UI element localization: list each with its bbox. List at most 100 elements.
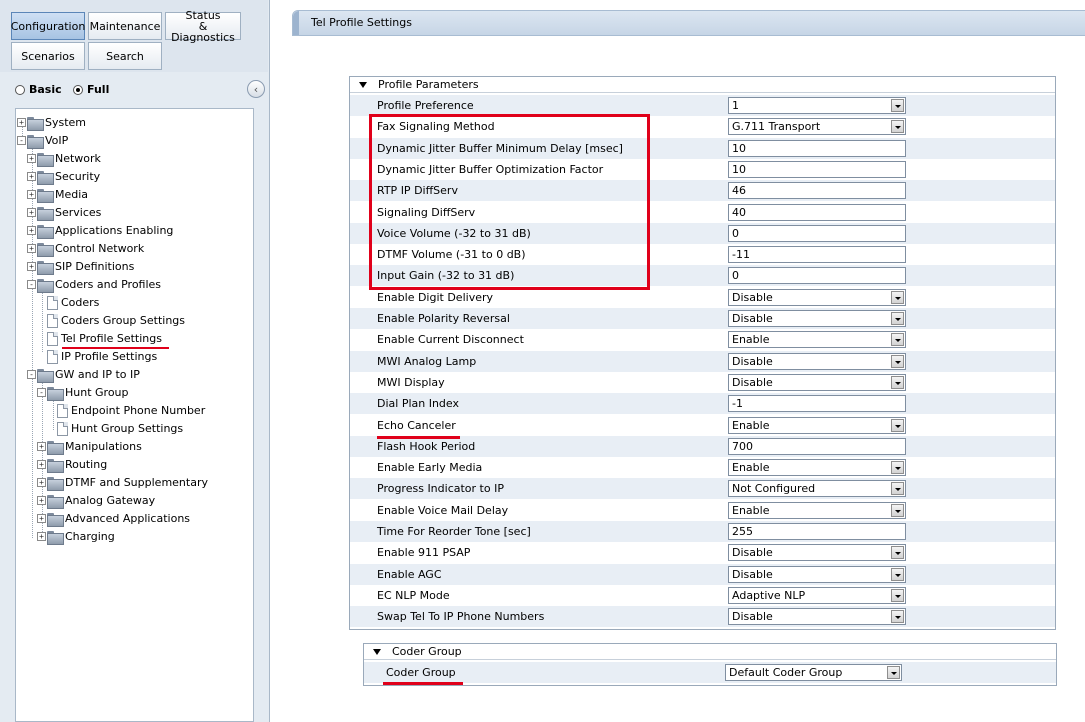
plus-box-icon[interactable]: + [37, 478, 46, 487]
tree-item-manipulations[interactable]: + Manipulations [37, 438, 142, 455]
full-radio[interactable]: Full [73, 83, 109, 96]
echo-canceler-select[interactable]: Enable [728, 416, 906, 434]
tree-item-coders[interactable]: Coders [47, 294, 99, 311]
chevron-down-icon[interactable] [891, 333, 904, 347]
plus-box-icon[interactable]: + [27, 154, 36, 163]
plus-box-icon[interactable]: + [27, 208, 36, 217]
tree-item-coders-and-profiles[interactable]: - Coders and Profiles [27, 276, 161, 293]
enable-voice-mail-delay-select[interactable]: Enable [728, 501, 906, 519]
enable-polarity-reversal-select[interactable]: Disable [728, 310, 906, 327]
chevron-down-icon[interactable] [887, 666, 900, 679]
configuration-tab[interactable]: Configuration [11, 12, 85, 40]
tree-item-applications-enabling[interactable]: + Applications Enabling [27, 222, 173, 239]
dial-plan-index-input[interactable]: -1 [728, 395, 906, 413]
chevron-down-icon[interactable] [891, 503, 904, 517]
tree-item-coders-group-settings[interactable]: Coders Group Settings [47, 312, 185, 329]
tree-item-voip[interactable]: - VoIP [17, 132, 68, 149]
chevron-down-icon[interactable] [891, 567, 904, 581]
plus-box-icon[interactable]: + [17, 118, 26, 127]
enable-digit-delivery-select[interactable]: Disable [728, 288, 906, 306]
collapse-left-icon[interactable]: ‹ [247, 80, 265, 98]
ec-nlp-mode-select[interactable]: Adaptive NLP [728, 586, 906, 604]
plus-box-icon[interactable]: + [27, 172, 36, 181]
scenarios-tab[interactable]: Scenarios [11, 42, 85, 70]
tree-item-dtmf-and-supplementary[interactable]: + DTMF and Supplementary [37, 474, 208, 491]
swap-tel-to-ip-phone-numbers-select[interactable]: Disable [728, 608, 906, 626]
chevron-down-icon[interactable] [891, 610, 904, 624]
chevron-down-icon[interactable] [891, 290, 904, 304]
chevron-down-icon[interactable] [891, 99, 904, 112]
tree-item-control-network[interactable]: + Control Network [27, 240, 144, 257]
tree-item-network[interactable]: + Network [27, 150, 101, 167]
tree-item-routing[interactable]: + Routing [37, 456, 107, 473]
tree-item-ip-profile-settings[interactable]: IP Profile Settings [47, 348, 157, 365]
tree-item-hunt-group[interactable]: - Hunt Group [37, 384, 129, 401]
tree-item-endpoint-phone-number[interactable]: Endpoint Phone Number [57, 402, 205, 419]
tree-item-tel-profile-settings[interactable]: Tel Profile Settings [47, 330, 162, 347]
tree-item-media[interactable]: + Media [27, 186, 88, 203]
tree-item-gw-and-ip-to-ip[interactable]: - GW and IP to IP [27, 366, 140, 383]
tree-item-system[interactable]: + System [17, 114, 86, 131]
minus-box-icon[interactable]: - [27, 370, 36, 379]
plus-box-icon[interactable]: + [37, 496, 46, 505]
mwi-display-select[interactable]: Disable [728, 373, 906, 391]
maintenance-tab[interactable]: Maintenance [88, 12, 162, 40]
chevron-down-icon[interactable] [891, 482, 904, 496]
dynamic-jitter-buffer-minimum-delay-msec-input[interactable]: 10 [728, 139, 906, 157]
voice-volume-32-to-31-db-input[interactable]: 0 [728, 224, 906, 242]
top-menu-buttons: Configuration Maintenance Status & Diagn… [0, 0, 268, 72]
flash-hook-period-input[interactable]: 700 [728, 437, 906, 455]
coder-group-select[interactable]: Default Coder Group [725, 664, 902, 681]
param-row-dial-plan-index: Dial Plan Index -1 [350, 393, 1055, 415]
plus-box-icon[interactable]: + [37, 532, 46, 541]
search-tab[interactable]: Search [88, 42, 162, 70]
fax-signaling-method-select[interactable]: G.711 Transport [728, 118, 906, 136]
rtp-ip-diffserv-input[interactable]: 46 [728, 182, 906, 200]
chevron-down-icon[interactable] [891, 418, 904, 432]
triangle-down-icon[interactable] [359, 81, 367, 88]
param-value: 10 [732, 162, 746, 176]
minus-box-icon[interactable]: - [27, 280, 36, 289]
chevron-down-icon[interactable] [891, 461, 904, 475]
tree-item-sip-definitions[interactable]: + SIP Definitions [27, 258, 134, 275]
enable-agc-select[interactable]: Disable [728, 565, 906, 583]
dynamic-jitter-buffer-optimization-factor-input[interactable]: 10 [728, 160, 906, 178]
tree-item-hunt-group-settings[interactable]: Hunt Group Settings [57, 420, 183, 437]
enable-early-media-select[interactable]: Enable [728, 459, 906, 477]
basic-radio[interactable]: Basic [15, 83, 62, 96]
param-label: DTMF Volume (-31 to 0 dB) [377, 248, 526, 262]
progress-indicator-to-ip-select[interactable]: Not Configured [728, 480, 906, 498]
chevron-down-icon[interactable] [891, 354, 904, 368]
profile-parameters-header[interactable]: Profile Parameters [350, 77, 1055, 93]
plus-box-icon[interactable]: + [27, 190, 36, 199]
chevron-down-icon[interactable] [891, 312, 904, 325]
chevron-down-icon[interactable] [891, 546, 904, 560]
chevron-down-icon[interactable] [891, 588, 904, 602]
tree-item-services[interactable]: + Services [27, 204, 101, 221]
enable-911-psap-select[interactable]: Disable [728, 544, 906, 562]
mwi-analog-lamp-select[interactable]: Disable [728, 352, 906, 370]
input-gain-32-to-31-db-input[interactable]: 0 [728, 267, 906, 285]
tree-item-advanced-applications[interactable]: + Advanced Applications [37, 510, 190, 527]
plus-box-icon[interactable]: + [37, 460, 46, 469]
plus-box-icon[interactable]: + [27, 226, 36, 235]
plus-box-icon[interactable]: + [37, 442, 46, 451]
plus-box-icon[interactable]: + [27, 244, 36, 253]
coder-group-header[interactable]: Coder Group [364, 644, 1056, 660]
status-diagnostics-tab[interactable]: Status & Diagnostics [165, 10, 241, 43]
tree-item-analog-gateway[interactable]: + Analog Gateway [37, 492, 155, 509]
triangle-down-icon[interactable] [373, 648, 381, 655]
tree-item-security[interactable]: + Security [27, 168, 100, 185]
minus-box-icon[interactable]: - [37, 388, 46, 397]
plus-box-icon[interactable]: + [27, 262, 36, 271]
time-for-reorder-tone-sec-input[interactable]: 255 [728, 523, 906, 540]
signaling-diffserv-input[interactable]: 40 [728, 203, 906, 221]
enable-current-disconnect-select[interactable]: Enable [728, 331, 906, 349]
profile-preference-select[interactable]: 1 [728, 97, 906, 114]
dtmf-volume-31-to-0-db-input[interactable]: -11 [728, 246, 906, 264]
minus-box-icon[interactable]: - [17, 136, 26, 145]
plus-box-icon[interactable]: + [37, 514, 46, 523]
tree-item-charging[interactable]: + Charging [37, 528, 115, 545]
chevron-down-icon[interactable] [891, 120, 904, 134]
chevron-down-icon[interactable] [891, 375, 904, 389]
